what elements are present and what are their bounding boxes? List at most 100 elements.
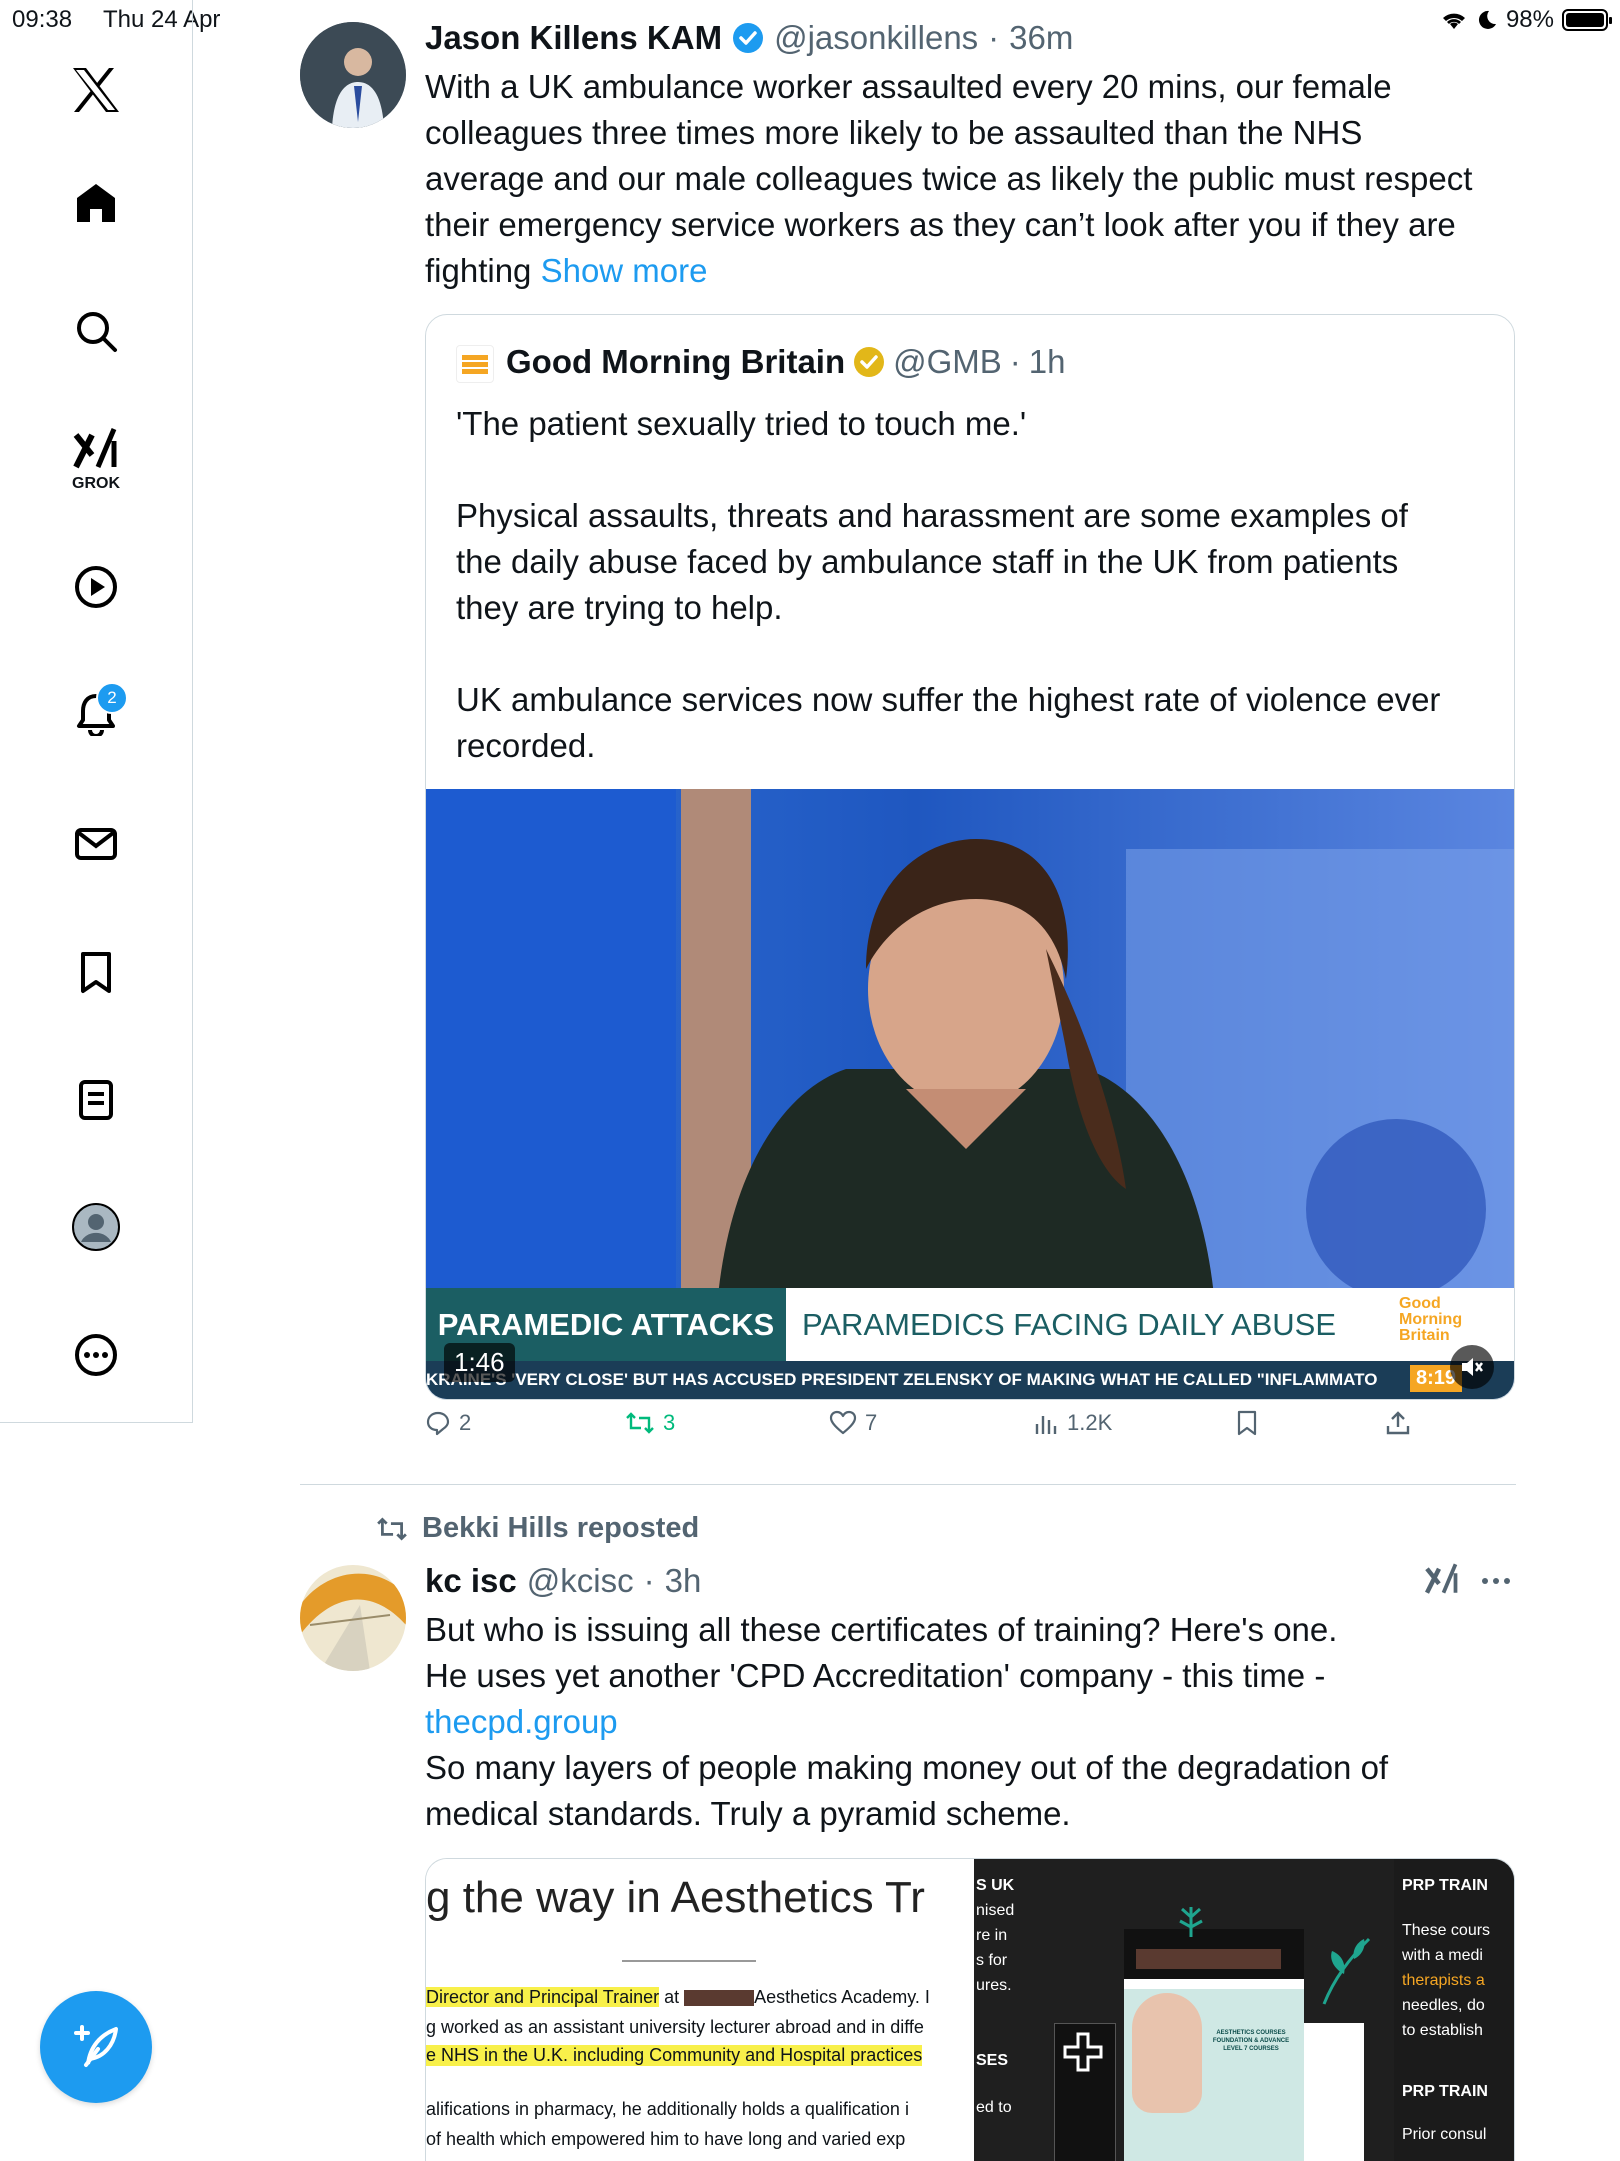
x-logo-button[interactable]: [70, 64, 122, 116]
home-icon: [77, 184, 115, 222]
like-button[interactable]: 7: [829, 1410, 877, 1436]
author-handle[interactable]: @jasonkillens: [774, 19, 978, 57]
mute-button[interactable]: [1450, 1345, 1494, 1389]
external-link[interactable]: thecpd.group: [425, 1699, 1525, 1745]
poster-title: AESTHETICS COURSES FOUNDATION & ADVANCE …: [1212, 2030, 1290, 2052]
quoted-tweet[interactable]: Good Morning Britain @GMB · 1h 'The pati…: [425, 314, 1515, 1400]
author-avatar[interactable]: [300, 22, 406, 128]
grok-icon: [1424, 1563, 1458, 1594]
doc-line: alifications in pharmacy, he additionall…: [426, 2099, 909, 2119]
poster-mid-column: S UK nised re in s for ures. SES ed to: [976, 1873, 1026, 2120]
separator-dot: ·: [988, 19, 1000, 56]
poster-heading: PRP TRAIN: [1402, 1877, 1488, 1894]
quote-author-name[interactable]: Good Morning Britain: [506, 343, 845, 381]
nav-explore[interactable]: [70, 305, 122, 357]
text-line: medical standards. Truly a pyramid schem…: [425, 1795, 1071, 1832]
list-icon: [79, 1080, 113, 1120]
quote-time[interactable]: 1h: [1029, 343, 1066, 381]
compose-post-button[interactable]: [40, 1991, 152, 2103]
repost-button[interactable]: 3: [625, 1410, 675, 1436]
more-dots-icon: [1482, 1578, 1510, 1584]
play-icon: [75, 566, 117, 608]
quote-line: Physical assaults, threats and harassmen…: [456, 497, 1408, 534]
bookmark-button[interactable]: [1235, 1410, 1259, 1436]
poster-text: with a medi: [1402, 1947, 1483, 1964]
poster-text: nised: [976, 1902, 1015, 1919]
nav-grok[interactable]: GROK: [70, 425, 122, 495]
verified-badge-icon: [733, 23, 764, 53]
grok-label: GROK: [72, 475, 120, 492]
nav-lists[interactable]: [70, 1074, 122, 1126]
quote-line: recorded.: [456, 727, 596, 764]
highlight-text: Director and Principal Trainer: [426, 1987, 660, 2007]
more-circle-icon: [75, 1334, 117, 1376]
like-count: 7: [865, 1410, 878, 1435]
bookmark-icon: [1237, 1410, 1257, 1436]
tweet-2-text: But who is issuing all these certificate…: [425, 1607, 1525, 1837]
nav-profile[interactable]: [70, 1201, 122, 1253]
show-more-link[interactable]: Show more: [541, 252, 708, 289]
poster-text: ures.: [976, 1977, 1012, 1994]
media-image-1[interactable]: g the way in Aesthetics Tr Director and …: [426, 1859, 974, 2161]
avatar-photo: [300, 22, 406, 128]
doc-text: at: [659, 1987, 685, 2007]
author-avatar[interactable]: [300, 1565, 406, 1671]
separator-dot: ·: [643, 1562, 655, 1599]
wifi-icon: [1442, 13, 1465, 29]
avatar-photo: [300, 1565, 406, 1671]
more-options-button[interactable]: [1478, 1566, 1514, 1596]
post-time[interactable]: 36m: [1009, 19, 1073, 57]
profile-avatar-icon: [72, 1203, 120, 1251]
poster-text: s for: [976, 1952, 1008, 1969]
poster-text: These cours: [1402, 1922, 1491, 1939]
redaction: [684, 1990, 755, 2007]
grok-explain-button[interactable]: [1424, 1562, 1464, 1602]
gmb-avatar[interactable]: [456, 345, 494, 383]
tweet-2-media[interactable]: g the way in Aesthetics Tr Director and …: [425, 1858, 1515, 2161]
nav-home[interactable]: [70, 177, 122, 229]
share-button[interactable]: [1385, 1410, 1411, 1436]
quote-line: they are trying to help.: [456, 589, 783, 626]
mail-icon: [75, 828, 117, 860]
quote-text: 'The patient sexually tried to touch me.…: [456, 401, 1486, 769]
tweet-1-header: Jason Killens KAM @jasonkillens · 36m: [425, 16, 1073, 60]
author-name[interactable]: kc isc: [425, 1562, 517, 1600]
poster-text: ed to: [976, 2099, 1012, 2116]
media-image-2[interactable]: S UK nised re in s for ures. SES ed to A…: [974, 1859, 1514, 2161]
nav-bookmarks[interactable]: [70, 946, 122, 998]
nav-videos[interactable]: [70, 561, 122, 613]
views-button[interactable]: 1.2K: [1033, 1410, 1112, 1436]
gmb-logo-text: Good Morning Britain: [1399, 1295, 1463, 1344]
doc-line-highlight: e NHS in the U.K. including Community an…: [426, 2045, 923, 2066]
battery-icon: [1562, 9, 1612, 31]
repost-context[interactable]: Bekki Hills reposted: [376, 1512, 699, 1545]
post-time[interactable]: 3h: [665, 1562, 702, 1600]
poster-text: Prior consul: [1402, 2126, 1487, 2143]
nav-notifications[interactable]: 2: [70, 682, 128, 740]
text-line: average and our male colleagues twice as…: [425, 160, 1473, 197]
quote-line: UK ambulance services now suffer the hig…: [456, 681, 1441, 718]
grok-icon: [73, 428, 117, 469]
reply-count: 2: [459, 1410, 472, 1435]
views-count: 1.2K: [1067, 1410, 1113, 1435]
quote-handle[interactable]: @GMB: [893, 343, 1002, 381]
banner-right: PARAMEDICS FACING DAILY ABUSE Good Morni…: [786, 1288, 1514, 1361]
author-handle[interactable]: @kcisc: [527, 1562, 634, 1600]
reply-button[interactable]: 2: [425, 1410, 471, 1436]
repost-label: Bekki Hills reposted: [422, 1512, 700, 1544]
nav-more[interactable]: [70, 1329, 122, 1381]
poster-card: AESTHETICS COURSES FOUNDATION & ADVANCE …: [1124, 1929, 1304, 2161]
video-player[interactable]: PARAMEDIC ATTACKS PARAMEDICS FACING DAIL…: [426, 789, 1514, 1399]
nav-messages[interactable]: [70, 818, 122, 870]
text-line: their emergency service workers as they …: [425, 206, 1456, 243]
repost-icon: [377, 1516, 407, 1541]
sidebar: GROK 2: [0, 0, 193, 1423]
battery-percent: 98%: [1505, 6, 1554, 33]
views-chart-icon: [1035, 1416, 1057, 1434]
poster-text: to establish: [1402, 2022, 1483, 2039]
repost-icon: [626, 1412, 654, 1434]
repost-count: 3: [663, 1410, 676, 1435]
leaf-small-icon: [1179, 1907, 1203, 1937]
author-name[interactable]: Jason Killens KAM: [425, 19, 722, 57]
poster-side-card: [1054, 2023, 1116, 2161]
